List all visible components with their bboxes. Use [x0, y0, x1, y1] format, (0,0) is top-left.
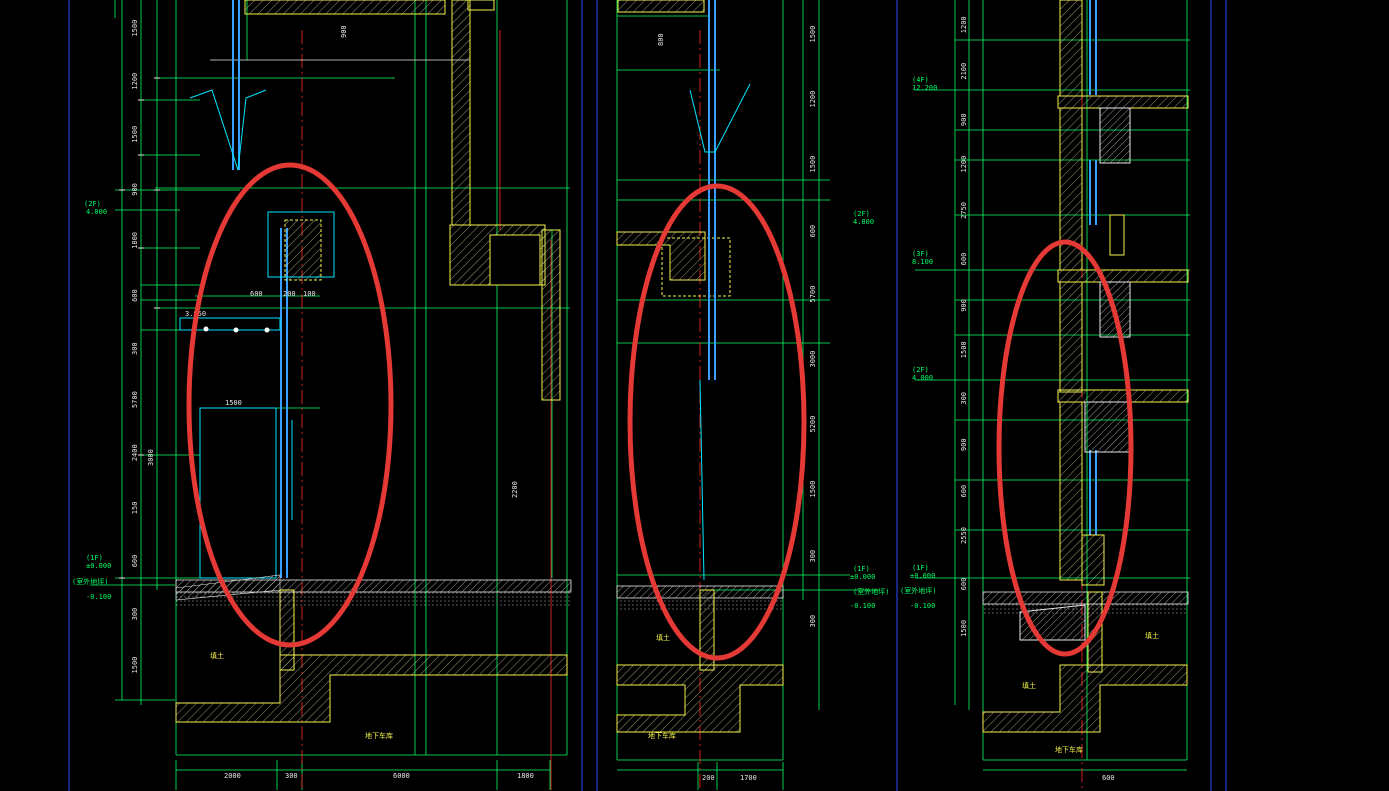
left-vertical-dim: 1200: [131, 73, 139, 90]
left-dim-3000: 3000: [147, 449, 155, 466]
mid-level-2f-value: 4.000: [853, 218, 874, 226]
mid-vertical-dim: 3000: [809, 351, 817, 368]
right-vertical-dim: 900: [960, 113, 968, 126]
right-vertical-dim: 1500: [960, 620, 968, 637]
mid-vertical-dim: 1500: [809, 156, 817, 173]
mid-vertical-dim: 300: [809, 615, 817, 628]
mid-vertical-dim: 300: [809, 550, 817, 563]
middle-section: [616, 0, 880, 790]
mid-level-1f-value: ±0.000: [850, 573, 875, 581]
left-vertical-dim: 300: [131, 342, 139, 355]
right-vertical-dim: 1200: [960, 156, 968, 173]
left-vertical-dim: 600: [131, 289, 139, 302]
right-level-4f: (4F): [912, 76, 929, 84]
mid-vertical-dim: 1500: [809, 26, 817, 43]
left-level-1f-value: ±0.000: [86, 562, 111, 570]
right-basement-label: 地下车库: [1055, 745, 1083, 754]
left-basement-label: 地下车库: [365, 731, 393, 740]
left-bottom-dims: 2000 300 6000 1800: [224, 772, 534, 780]
right-vertical-dims: 1200 2100 900 1200 2750 600 900 1500 300 900 600 25…: [960, 16, 968, 636]
mid-vertical-dim: 600: [809, 225, 817, 238]
mid-vertical-dim: 5200: [809, 416, 817, 433]
right-level-3f: (3F): [912, 250, 929, 258]
left-vertical-dim: 900: [131, 183, 139, 196]
left-dim-600: 600: [250, 290, 263, 298]
right-vertical-dim: 2550: [960, 527, 968, 544]
left-section: [90, 0, 572, 790]
left-level-2f-value: 4.000: [86, 208, 107, 216]
right-level-4f-value: 12.200: [912, 84, 937, 92]
right-vertical-dim: 900: [960, 299, 968, 312]
left-vertical-dim: 2400: [131, 444, 139, 461]
right-vertical-dim: 2100: [960, 63, 968, 80]
left-vertical-dims: 1500 1200 1500 900 1800 600 300 5700 2400 150 600 3…: [131, 20, 139, 674]
right-vertical-dim: 900: [960, 438, 968, 451]
mid-basement-label: 地下车库: [648, 731, 676, 740]
right-vertical-dim: 600: [960, 578, 968, 591]
mid-level-2f: (2F): [853, 210, 870, 218]
mid-level-1f: (1F): [853, 565, 870, 573]
mid-dim-800: 800: [657, 33, 665, 46]
right-level-1f-value: ±0.000: [910, 572, 935, 580]
left-dim-100: 100: [303, 290, 316, 298]
right-soil-label: 填土: [1022, 681, 1036, 690]
mid-vertical-dim: 1500: [809, 481, 817, 498]
mid-outdoor-value: -0.100: [850, 602, 875, 610]
left-level-1f: (1F): [86, 554, 103, 562]
right-vertical-dim: 1500: [960, 341, 968, 358]
left-vertical-dim: 5700: [131, 391, 139, 408]
left-bottom-dim: 2000: [224, 772, 241, 780]
right-soil-label-2: 填土: [1145, 631, 1159, 640]
left-vertical-dim: 300: [131, 608, 139, 621]
mid-outdoor-label: (室外地坪): [853, 587, 889, 596]
right-level-2f: (2F): [912, 366, 929, 374]
left-level-2f: (2F): [84, 200, 101, 208]
left-bottom-dim: 1800: [517, 772, 534, 780]
right-section: [915, 0, 1190, 790]
right-vertical-dim: 300: [960, 392, 968, 405]
right-vertical-dim: 1200: [960, 16, 968, 33]
right-outdoor-value: -0.100: [910, 602, 935, 610]
right-level-1f: (1F): [912, 564, 929, 572]
left-bottom-dim: 300: [285, 772, 298, 780]
right-vertical-dim: 2750: [960, 202, 968, 219]
right-bottom-dims: 600: [1102, 774, 1115, 782]
mid-vertical-dims: 1500 1200 1500 600 5700 3000 5200 1500 300 300: [809, 26, 817, 628]
left-outdoor-label: (室外地坪): [72, 577, 108, 586]
left-vertical-dim: 150: [131, 502, 139, 515]
left-vertical-dim: 1500: [131, 126, 139, 143]
mid-bottom-dim: 1700: [740, 774, 757, 782]
right-outdoor-label: (室外地坪): [900, 586, 936, 595]
left-vertical-dim: 1500: [131, 20, 139, 37]
left-dim-200: 200: [283, 290, 296, 298]
mid-vertical-dim: 5700: [809, 286, 817, 303]
right-bottom-dim: 600: [1102, 774, 1115, 782]
mid-bottom-dims: 200 1700: [702, 774, 757, 782]
right-level-2f-value: 4.000: [912, 374, 933, 382]
left-outdoor-value: -0.100: [86, 593, 111, 601]
right-level-3f-value: 8.100: [912, 258, 933, 266]
mid-bottom-dim: 200: [702, 774, 715, 782]
left-vertical-dim: 1800: [131, 232, 139, 249]
left-dim-1500: 1500: [225, 399, 242, 407]
mid-soil-label: 填土: [656, 633, 670, 642]
left-soil-label: 填土: [210, 651, 224, 660]
left-dim-900: 900: [340, 25, 348, 38]
left-vertical-dim: 600: [131, 555, 139, 568]
right-vertical-dim: 600: [960, 253, 968, 266]
left-vertical-dim: 1500: [131, 657, 139, 674]
right-vertical-dim: 600: [960, 485, 968, 498]
cad-drawing: (2F) 4.000 (1F) ±0.000 (室外地坪) -0.100 填土 …: [68, 0, 1227, 791]
mid-vertical-dim: 1200: [809, 91, 817, 108]
left-bottom-dim: 6000: [393, 772, 410, 780]
left-dim-2200: 2200: [511, 481, 519, 498]
